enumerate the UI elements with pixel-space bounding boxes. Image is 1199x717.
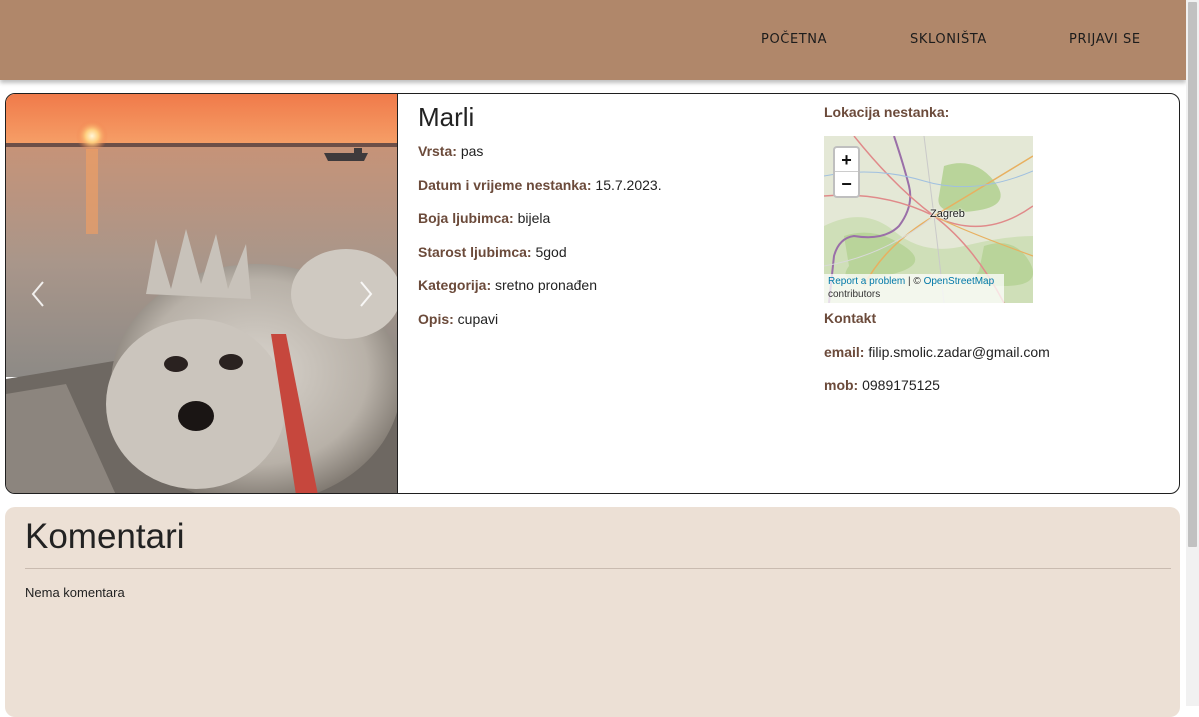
zoom-out-button[interactable]: − [835,172,858,196]
openstreetmap-link[interactable]: OpenStreetMap [924,276,995,287]
map-city-label: Zagreb [930,208,965,220]
top-navbar: POČETNA SKLONIŠTA PRIJAVI SE [0,0,1186,80]
comments-divider [25,568,1171,569]
attribution-separator: | © [905,276,924,287]
contact-email: email: filip.smolic.zadar@gmail.com [824,344,1164,378]
comments-empty-text: Nema komentara [25,585,125,600]
detail-date: Datum i vrijeme nestanka: 15.7.2023. [418,177,808,211]
email-value: filip.smolic.zadar@gmail.com [868,343,1050,360]
attribution-contributors: contributors [828,289,881,300]
comments-section: Komentari Nema komentara [5,507,1180,717]
location-title: Lokacija nestanka: [824,104,950,120]
detail-species: Vrsta: pas [418,143,808,177]
carousel-next-button[interactable] [351,274,381,314]
detail-label: Datum i vrijeme nestanka: [418,176,592,193]
nav-shelters-link[interactable]: SKLONIŠTA [910,32,987,47]
nav-login-link[interactable]: PRIJAVI SE [1069,32,1141,47]
location-map[interactable]: Zagreb + − Report a problem | © OpenStre… [824,136,1033,303]
map-attribution: Report a problem | © OpenStreetMap contr… [824,274,1004,303]
detail-description: Opis: cupavi [418,311,808,345]
mobile-value: 0989175125 [862,377,940,393]
detail-category: Kategorija: sretno pronađen [418,277,808,311]
detail-value: pas [460,143,484,159]
detail-label: Starost ljubimca: [418,243,532,260]
detail-value: sretno pronađen [495,277,597,293]
detail-label: Vrsta: [418,143,457,159]
detail-color: Boja ljubimca: bijela [418,210,808,244]
contact-mobile: mob: 0989175125 [824,377,1164,411]
contact-title: Kontakt [824,310,877,326]
detail-label: Opis: [418,310,454,327]
pet-details: Marli Vrsta: pas Datum i vrijeme nestank… [418,102,808,344]
zoom-in-button[interactable]: + [835,148,858,172]
detail-value: 15.7.2023. [595,176,662,193]
detail-value: cupavi [457,310,499,327]
location-contact-panel: Lokacija nestanka: Zagreb + − Report a p… [824,104,1164,393]
page-scrollbar[interactable] [1186,0,1199,706]
chevron-right-icon [360,281,373,307]
detail-value: bijela [517,210,551,226]
pet-card: Marli Vrsta: pas Datum i vrijeme nestank… [5,93,1180,494]
comments-title: Komentari [25,517,185,556]
chevron-left-icon [31,281,44,307]
nav-home-link[interactable]: POČETNA [761,32,827,47]
report-problem-link[interactable]: Report a problem [828,276,905,287]
detail-label: Kategorija: [418,277,492,293]
detail-age: Starost ljubimca: 5god [418,244,808,278]
photo-carousel [6,94,398,493]
scrollbar-thumb[interactable] [1188,2,1197,547]
contact-block: Kontakt email: filip.smolic.zadar@gmail.… [824,310,1164,411]
carousel-prev-button[interactable] [23,274,53,314]
detail-value: 5god [535,243,567,260]
mobile-label: mob: [824,377,859,393]
pet-photo [6,94,397,493]
email-label: email: [824,343,865,360]
pet-name: Marli [418,102,475,132]
detail-label: Boja ljubimca: [418,210,514,226]
map-zoom-control: + − [833,146,860,198]
